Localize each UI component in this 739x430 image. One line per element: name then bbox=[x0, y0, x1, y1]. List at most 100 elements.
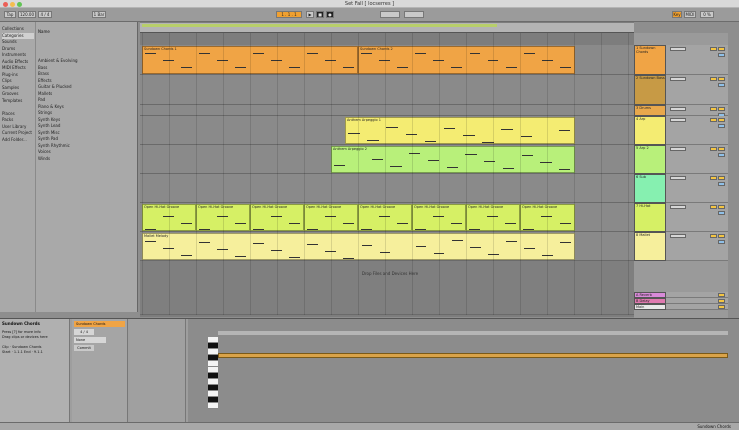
return-activator-button[interactable] bbox=[718, 293, 725, 297]
browser-place-item[interactable]: Collections bbox=[2, 26, 34, 32]
arm-button[interactable] bbox=[718, 240, 725, 244]
browser-list-item[interactable]: Voices bbox=[38, 149, 134, 155]
browser-list-item[interactable]: Brass bbox=[38, 71, 134, 77]
volume-field[interactable] bbox=[670, 118, 686, 122]
signature-field[interactable]: 4 / 4 bbox=[74, 329, 94, 335]
return-activator-button[interactable] bbox=[718, 299, 725, 303]
midi-map-button[interactable]: MIDI bbox=[684, 11, 696, 18]
browser-place-item[interactable]: Add Folder... bbox=[2, 137, 34, 143]
arm-button[interactable] bbox=[718, 124, 725, 128]
browser-list-item[interactable]: Mallets bbox=[38, 91, 134, 97]
volume-field[interactable] bbox=[670, 107, 686, 111]
track-activator-button[interactable] bbox=[718, 107, 725, 111]
browser-place-item[interactable]: Current Project bbox=[2, 130, 34, 136]
arm-button[interactable] bbox=[718, 153, 725, 157]
track-header[interactable]: 4 Arp bbox=[634, 116, 666, 145]
volume-field[interactable] bbox=[670, 234, 686, 238]
piano-roll[interactable] bbox=[188, 319, 739, 423]
empty-lane-area[interactable] bbox=[140, 261, 634, 315]
track-lane[interactable] bbox=[140, 174, 634, 203]
stop-button[interactable]: ■ bbox=[316, 11, 324, 18]
browser-place-item[interactable]: Audio Effects bbox=[2, 59, 34, 65]
solo-button[interactable] bbox=[710, 205, 717, 209]
track-activator-button[interactable] bbox=[718, 118, 725, 122]
arrangement-clip[interactable]: Anthem Arpeggio 2 bbox=[331, 146, 575, 173]
browser-place-item[interactable]: Samples bbox=[2, 85, 34, 91]
browser-list-item[interactable]: Synth Keys bbox=[38, 117, 134, 123]
loop-start-field[interactable] bbox=[380, 11, 400, 18]
browser-place-item[interactable]: Templates bbox=[2, 98, 34, 104]
volume-field[interactable] bbox=[670, 205, 686, 209]
key-map-button[interactable]: Key bbox=[672, 11, 682, 18]
browser-place-item[interactable]: Places bbox=[2, 111, 34, 117]
track-header[interactable]: 8 Mallet bbox=[634, 232, 666, 261]
return-track-header[interactable]: Main bbox=[634, 304, 666, 310]
quantize-menu[interactable]: 1 Bar bbox=[92, 11, 106, 18]
browser-place-item[interactable]: Grooves bbox=[2, 91, 34, 97]
track-activator-button[interactable] bbox=[718, 147, 725, 151]
track-lane[interactable] bbox=[140, 75, 634, 105]
arm-button[interactable] bbox=[718, 211, 725, 215]
browser-place-item[interactable]: Drums bbox=[2, 46, 34, 52]
volume-field[interactable] bbox=[670, 77, 686, 81]
browser-list-item[interactable]: Synth Misc bbox=[38, 130, 134, 136]
browser-place-item[interactable]: Plug-ins bbox=[2, 72, 34, 78]
track-activator-button[interactable] bbox=[718, 47, 725, 51]
browser-list-item[interactable]: Synth Lead bbox=[38, 123, 134, 129]
volume-field[interactable] bbox=[670, 176, 686, 180]
tap-tempo-button[interactable]: Tap bbox=[4, 11, 16, 18]
browser-list-item[interactable]: Pad bbox=[38, 97, 134, 103]
track-activator-button[interactable] bbox=[718, 176, 725, 180]
solo-button[interactable] bbox=[710, 176, 717, 180]
browser-list-item[interactable]: Synth Pad bbox=[38, 136, 134, 142]
browser-place-item[interactable]: Sounds bbox=[2, 39, 34, 45]
browser-place-item[interactable]: Packs bbox=[2, 117, 34, 123]
browser-list-item[interactable]: Winds bbox=[38, 156, 134, 162]
tempo-field[interactable]: 120.00 bbox=[18, 11, 36, 18]
arm-button[interactable] bbox=[718, 53, 725, 57]
arm-button[interactable] bbox=[718, 182, 725, 186]
browser-list-item[interactable]: Bass bbox=[38, 65, 134, 71]
solo-button[interactable] bbox=[710, 77, 717, 81]
piano-roll-ruler[interactable] bbox=[218, 331, 728, 335]
track-lane[interactable] bbox=[140, 105, 634, 116]
browser-place-item[interactable]: User Library bbox=[2, 124, 34, 130]
browser-place-item[interactable]: Categories bbox=[2, 32, 34, 39]
track-header[interactable]: 6 Sub bbox=[634, 174, 666, 203]
track-header[interactable]: 5 Arp 2 bbox=[634, 145, 666, 174]
loop-brace[interactable] bbox=[142, 24, 497, 27]
browser-list-item[interactable]: Piano & Keys bbox=[38, 104, 134, 110]
groove-field[interactable]: None bbox=[74, 337, 106, 343]
return-activator-button[interactable] bbox=[718, 305, 725, 309]
solo-button[interactable] bbox=[710, 118, 717, 122]
browser-list-item[interactable]: Ambient & Evolving bbox=[38, 58, 134, 64]
loop-length-field[interactable] bbox=[404, 11, 424, 18]
track-header[interactable]: 2 Sundown Bass bbox=[634, 75, 666, 105]
track-activator-button[interactable] bbox=[718, 234, 725, 238]
browser-list-item[interactable]: Guitar & Plucked bbox=[38, 84, 134, 90]
volume-field[interactable] bbox=[670, 147, 686, 151]
track-activator-button[interactable] bbox=[718, 205, 725, 209]
track-header[interactable]: 3 Drums bbox=[634, 105, 666, 116]
solo-button[interactable] bbox=[710, 147, 717, 151]
time-signature-field[interactable]: 4 / 4 bbox=[38, 11, 52, 18]
browser-place-item[interactable]: MIDI Effects bbox=[2, 65, 34, 71]
arrangement-position-field[interactable]: 1 . 1 . 1 bbox=[276, 11, 302, 18]
browser-place-item[interactable]: Clips bbox=[2, 78, 34, 84]
track-activator-button[interactable] bbox=[718, 77, 725, 81]
clip-name-field[interactable]: Sundown Chords bbox=[74, 321, 125, 327]
solo-button[interactable] bbox=[710, 234, 717, 238]
browser-place-item[interactable]: Instruments bbox=[2, 52, 34, 58]
track-header[interactable]: 7 Hi-Hat bbox=[634, 203, 666, 232]
solo-button[interactable] bbox=[710, 107, 717, 111]
browser-place-item[interactable] bbox=[2, 104, 34, 110]
browser-list-item[interactable]: Effects bbox=[38, 78, 134, 84]
play-button[interactable]: ▶ bbox=[306, 11, 314, 18]
solo-button[interactable] bbox=[710, 47, 717, 51]
commit-button[interactable]: Commit bbox=[74, 345, 94, 351]
record-button[interactable]: ● bbox=[326, 11, 334, 18]
arm-button[interactable] bbox=[718, 83, 725, 87]
arrangement-clip[interactable]: Anthem Arpeggio 1 bbox=[345, 117, 575, 144]
browser-list-item[interactable]: Strings bbox=[38, 110, 134, 116]
volume-field[interactable] bbox=[670, 47, 686, 51]
